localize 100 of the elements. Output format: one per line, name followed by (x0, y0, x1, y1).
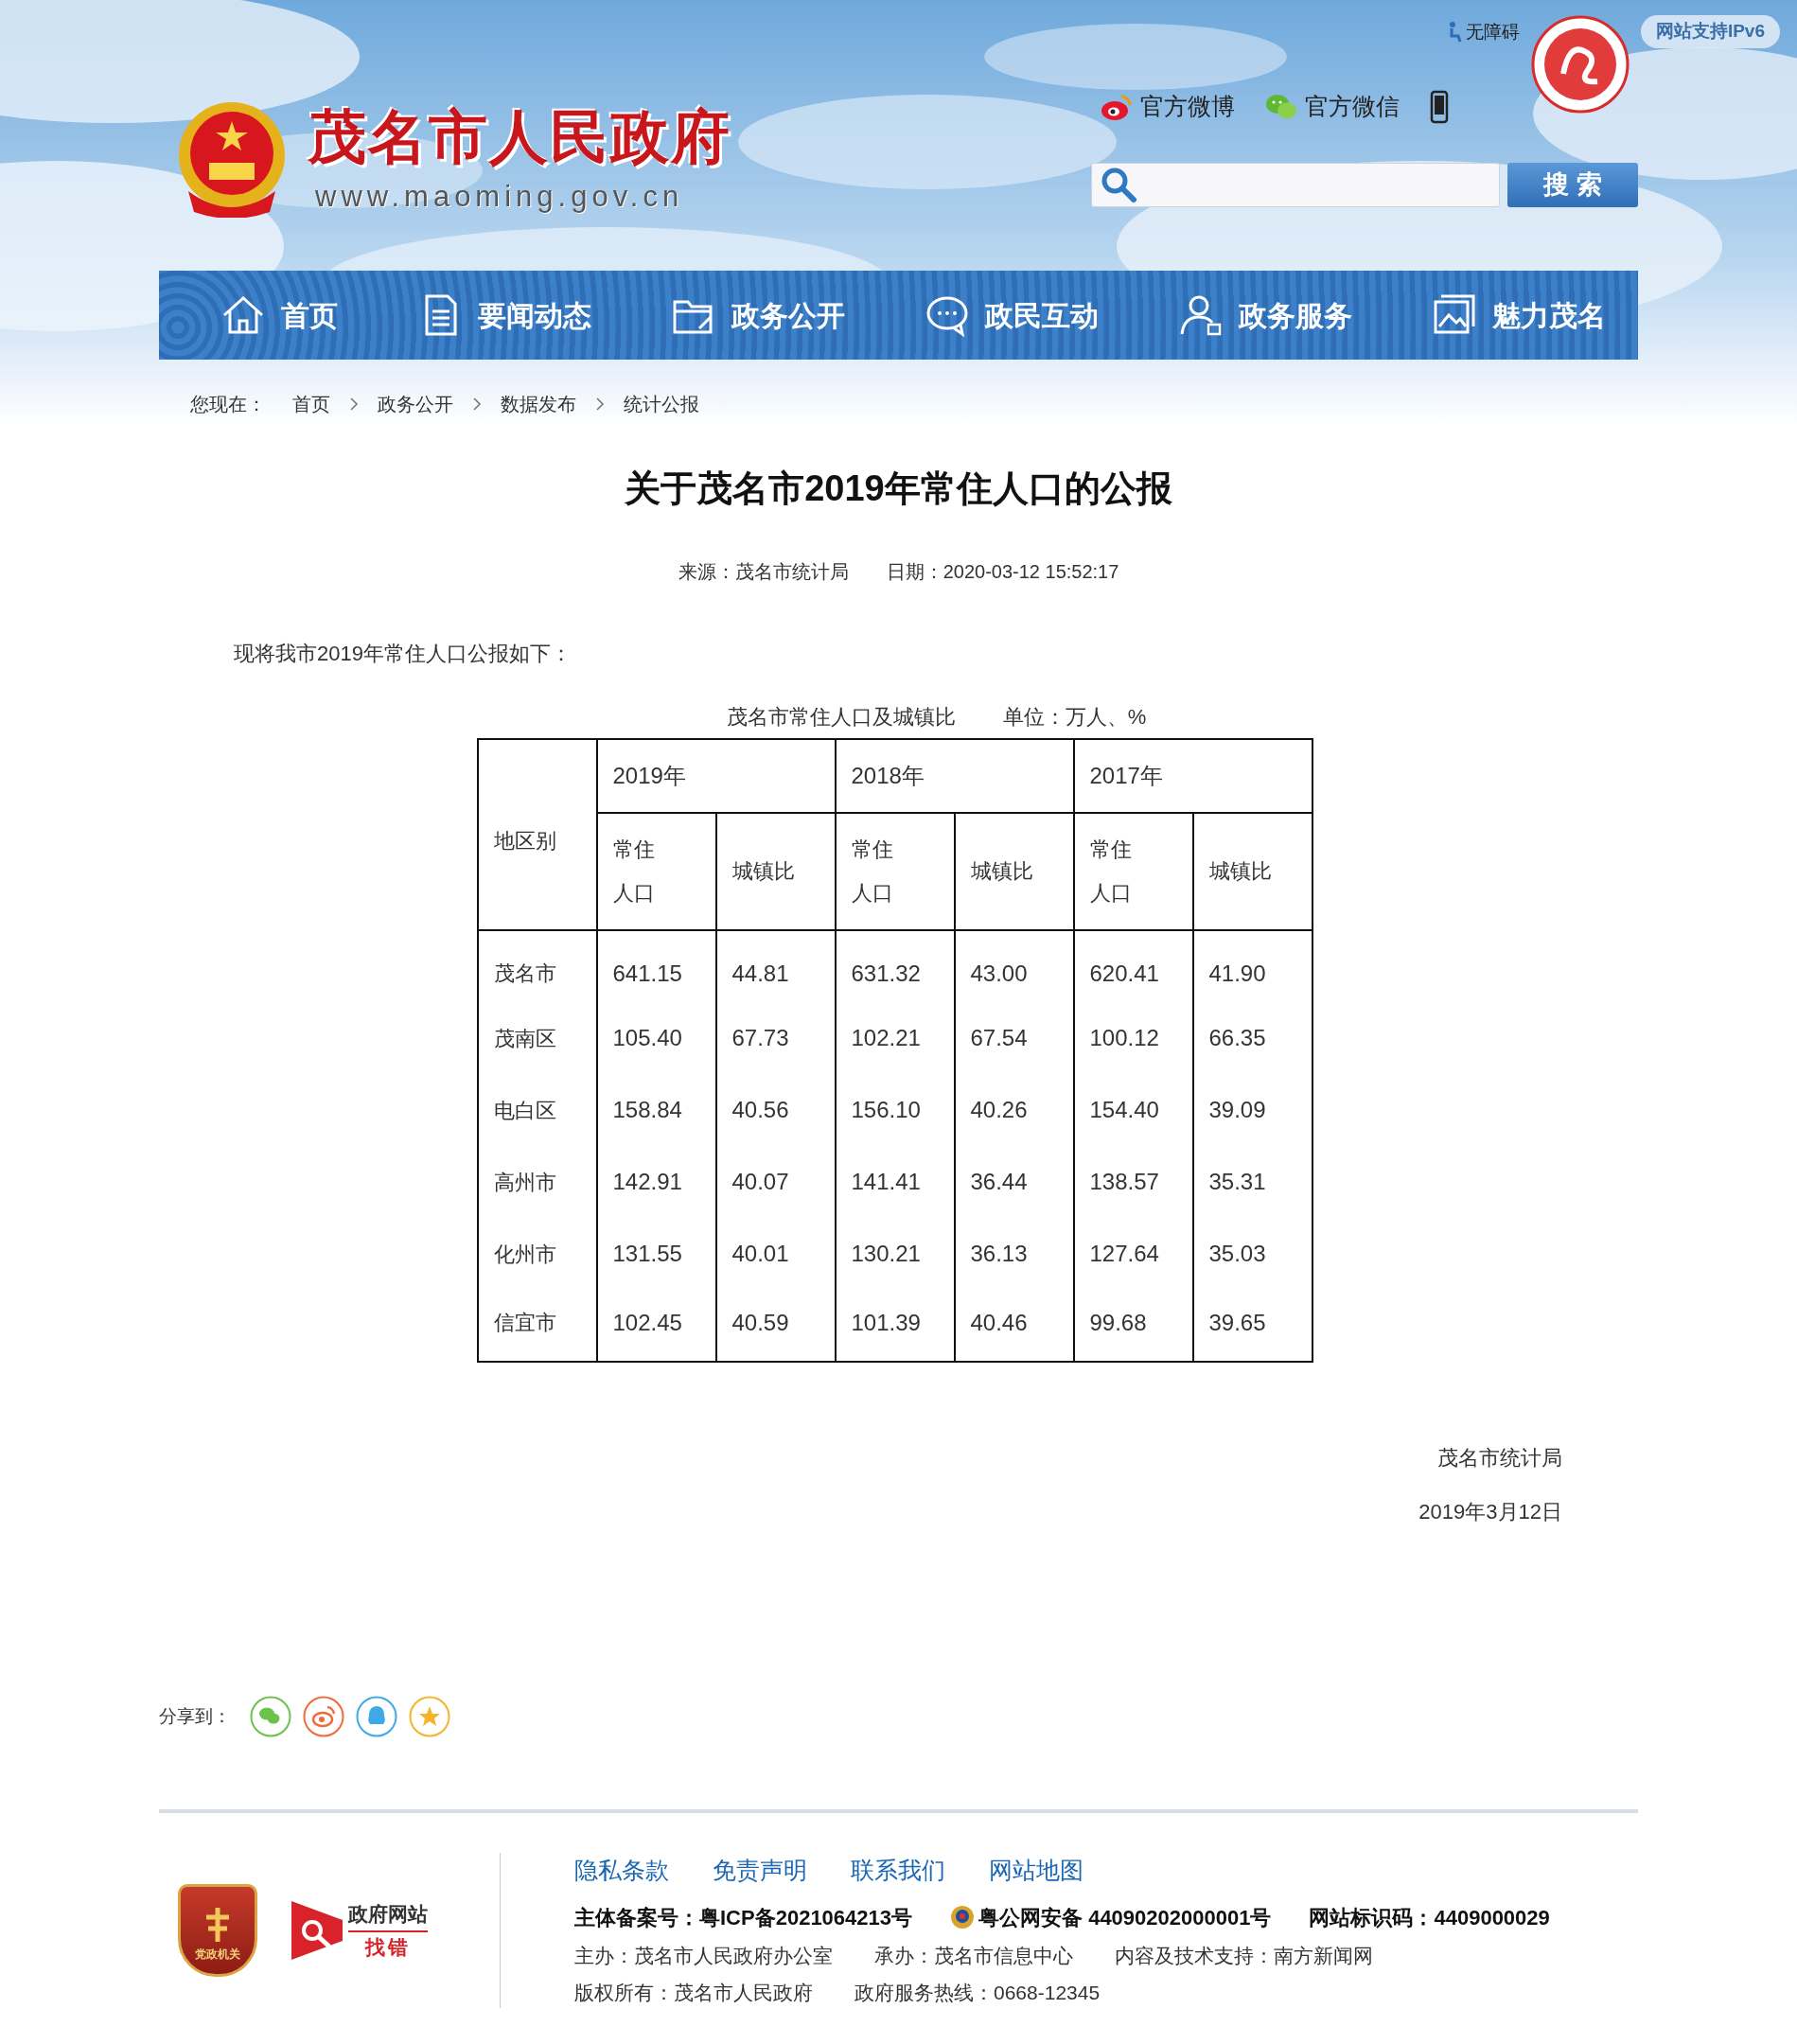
nav-item[interactable]: 魅力茂名 (1432, 292, 1606, 338)
table-cell: 化州市 (477, 1218, 597, 1290)
weibo-link[interactable]: 官方微博 (1101, 89, 1235, 125)
table-cell: 36.44 (954, 1146, 1074, 1218)
registry-text: 主体备案号：粤ICP备2021064213号 (574, 1904, 913, 1931)
table-cell: 101.39 (835, 1290, 955, 1362)
search-field[interactable] (1091, 162, 1500, 207)
wechat-link[interactable]: 官方微信 (1265, 89, 1400, 125)
breadcrumb-link[interactable]: 首页 (292, 390, 330, 418)
table-header-cell: 城镇比 (1192, 813, 1313, 930)
chevron-right-icon (595, 396, 605, 412)
table-cell: 67.73 (715, 1002, 836, 1074)
weibo-share-icon[interactable] (303, 1696, 344, 1737)
table-cell: 44.81 (715, 930, 836, 1002)
mobile-phone-icon[interactable] (1430, 89, 1449, 124)
table-header-cell: 常住人口 (1073, 813, 1193, 930)
table-cell: 信宜市 (477, 1290, 597, 1362)
table-cell: 40.56 (715, 1074, 836, 1146)
nav-item[interactable]: 政务服务 (1178, 292, 1352, 338)
chevron-right-icon (472, 396, 482, 412)
table-cell: 35.31 (1192, 1146, 1313, 1218)
table-cell: 高州市 (477, 1146, 597, 1218)
table-header-cell: 2019年 (596, 739, 836, 813)
table-cell: 43.00 (954, 930, 1074, 1002)
accessibility-link[interactable]: 无障碍 (1446, 19, 1520, 46)
article-title: 关于茂名市2019年常住人口的公报 (625, 467, 1172, 510)
table-cell: 142.91 (596, 1146, 716, 1218)
footer-link[interactable]: 隐私条款 (574, 1853, 669, 1889)
table-cell: 102.45 (596, 1290, 716, 1362)
chat-bubbles-icon (1265, 92, 1297, 121)
table-cell: 茂名市 (477, 930, 597, 1002)
seal-icon (1530, 15, 1630, 114)
table-header-cell: 2017年 (1073, 739, 1313, 813)
table-header-cell: 常住人口 (835, 813, 955, 930)
footer-link[interactable]: 联系我们 (851, 1853, 945, 1889)
table-cell: 36.13 (954, 1218, 1074, 1290)
footer-link[interactable]: 网站地图 (989, 1853, 1083, 1889)
nav-item[interactable]: 要闻动态 (417, 292, 591, 338)
breadcrumb-label: 您现在： (190, 393, 266, 416)
table-cell: 66.35 (1192, 1002, 1313, 1074)
nav-item[interactable]: 政务公开 (671, 292, 845, 338)
police-badge-icon (950, 1904, 976, 1930)
table-header-cell: 常住人口 (596, 813, 716, 930)
table-cell: 130.21 (835, 1218, 955, 1290)
footer-text: 内容及技术支持：南方新闻网 (1115, 1943, 1373, 1968)
table-cell: 茂南区 (477, 1002, 597, 1074)
nav-item[interactable]: 首页 (220, 292, 338, 338)
registry-text: 粤公网安备 44090202000001号 (978, 1904, 1272, 1931)
table-cell: 620.41 (1073, 930, 1193, 1002)
table-cell: 电白区 (477, 1074, 597, 1146)
table-cell: 138.57 (1073, 1146, 1193, 1218)
table-cell: 40.46 (954, 1290, 1074, 1362)
table-cell: 102.21 (835, 1002, 955, 1074)
table-cell: 127.64 (1073, 1218, 1193, 1290)
table-cell: 105.40 (596, 1002, 716, 1074)
table-cell: 156.10 (835, 1074, 955, 1146)
table-header-cell: 地区别 (477, 739, 597, 930)
penguin-share-icon[interactable] (356, 1696, 397, 1737)
search-icon (1100, 166, 1137, 203)
registry-text: 网站标识码：4409000029 (1309, 1904, 1550, 1931)
footer-text: 承办：茂名市信息中心 (874, 1943, 1073, 1968)
footer-text: 主办：茂名市人民政府办公室 (574, 1943, 833, 1968)
table-cell: 40.59 (715, 1290, 836, 1362)
chevron-right-icon (349, 396, 359, 412)
table-cell: 35.03 (1192, 1218, 1313, 1290)
table-cell: 131.55 (596, 1218, 716, 1290)
signature-org: 茂名市统计局 (1437, 1445, 1562, 1471)
report-error-link[interactable]: 政府网站 找错 (290, 1898, 428, 1963)
table-cell: 631.32 (835, 930, 955, 1002)
table-cell: 67.54 (954, 1002, 1074, 1074)
table-header-cell: 城镇比 (954, 813, 1074, 930)
table-cell: 39.09 (1192, 1074, 1313, 1146)
intro-text: 现将我市2019年常住人口公报如下： (234, 641, 573, 667)
ipv6-badge: 网站支持IPv6 (1640, 15, 1780, 48)
table-header-cell: 2018年 (835, 739, 1074, 813)
table-cell: 40.01 (715, 1218, 836, 1290)
table-caption: 茂名市常住人口及城镇比 (726, 704, 956, 731)
table-cell: 40.07 (715, 1146, 836, 1218)
party-badge[interactable]: 党政机关 (178, 1884, 257, 1977)
nav-item[interactable]: 政民互动 (925, 292, 1099, 338)
breadcrumb-link[interactable]: 数据发布 (501, 390, 576, 418)
table-cell: 41.90 (1192, 930, 1313, 1002)
table-cell: 40.26 (954, 1074, 1074, 1146)
search-button[interactable]: 搜 索 (1507, 162, 1638, 207)
footer-text: 政府服务热线：0668-12345 (854, 1981, 1101, 2005)
table-cell: 641.15 (596, 930, 716, 1002)
table-header-cell: 城镇比 (715, 813, 836, 930)
table-cell: 99.68 (1073, 1290, 1193, 1362)
footer-text: 版权所有：茂名市人民政府 (574, 1981, 813, 2005)
table-cell: 100.12 (1073, 1002, 1193, 1074)
table-cell: 158.84 (596, 1074, 716, 1146)
wechat-share-icon[interactable] (250, 1696, 291, 1737)
site-url: www.maoming.gov.cn (314, 181, 685, 211)
breadcrumb-link[interactable]: 政务公开 (378, 390, 453, 418)
table-cell: 141.41 (835, 1146, 955, 1218)
article-date: 日期：2020-03-12 15:52:17 (886, 560, 1119, 584)
star-share-icon[interactable] (409, 1696, 450, 1737)
site-title: 茂名市人民政府 (308, 107, 731, 167)
footer-link[interactable]: 免责声明 (713, 1853, 807, 1889)
breadcrumb-link[interactable]: 统计公报 (624, 390, 699, 418)
